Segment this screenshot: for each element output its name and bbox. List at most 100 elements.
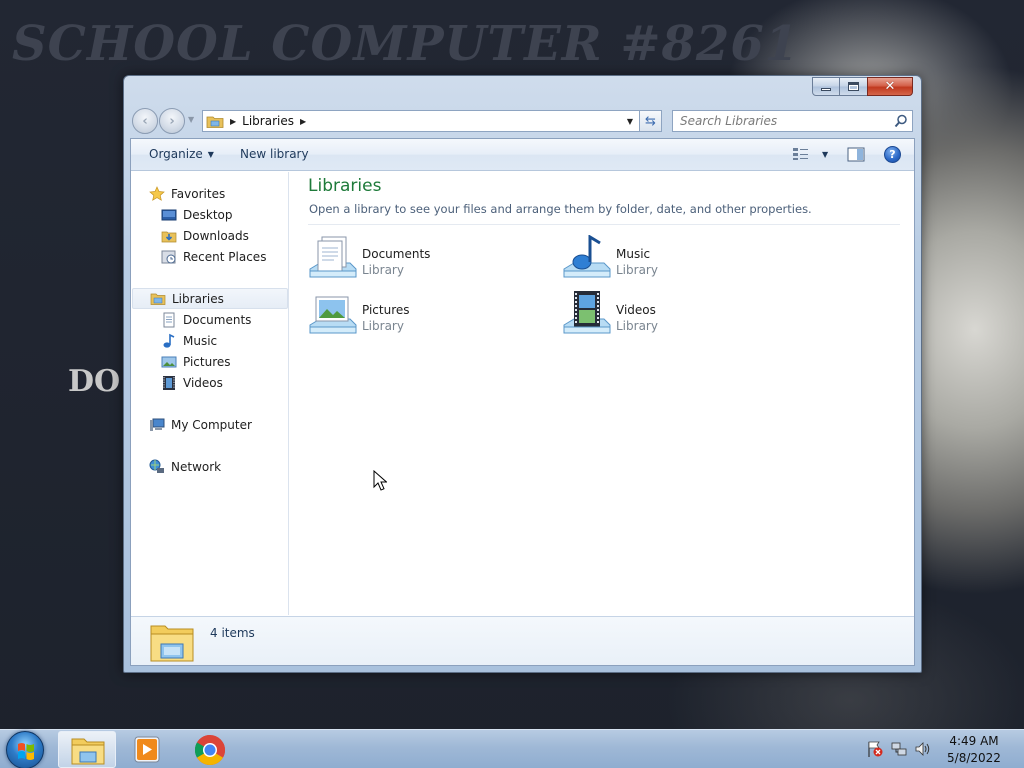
library-type: Library	[362, 319, 404, 333]
nav-my-computer[interactable]: My Computer	[149, 414, 252, 435]
refresh-button[interactable]: ⇆	[640, 110, 662, 132]
page-title: Libraries	[308, 176, 382, 196]
content-pane: Libraries Open a library to see your fil…	[290, 172, 914, 615]
maximize-icon	[848, 82, 859, 91]
search-icon[interactable]	[894, 114, 908, 128]
nav-network[interactable]: Network	[149, 456, 221, 477]
forward-arrow-icon: ›	[169, 113, 175, 129]
library-name: Videos	[616, 303, 656, 317]
forward-button[interactable]: ›	[159, 108, 185, 134]
music-library-icon	[563, 235, 611, 278]
nav-desktop[interactable]: Desktop	[161, 204, 233, 225]
organize-button[interactable]: Organize ▼	[149, 147, 214, 161]
taskbar-media-player-button[interactable]	[118, 731, 176, 768]
navigation-bar: ‹ › ▼ ▶ Libraries ▶ ▼ ⇆	[130, 107, 914, 135]
minimize-icon	[821, 87, 831, 91]
nav-libraries[interactable]: Libraries	[132, 288, 288, 309]
close-button[interactable]: ✕	[867, 77, 913, 96]
back-button[interactable]: ‹	[132, 108, 158, 134]
downloads-icon	[161, 231, 177, 242]
change-view-button[interactable]: ▼	[792, 147, 828, 161]
library-type: Library	[616, 319, 658, 333]
explorer-frame: Organize ▼ New library ▼ ? Favorites Des…	[130, 138, 915, 666]
recent-locations-dropdown[interactable]: ▼	[188, 115, 194, 124]
close-icon: ✕	[884, 79, 896, 94]
videos-library-icon	[563, 291, 611, 334]
clock-date: 5/8/2022	[947, 751, 1001, 765]
search-input[interactable]	[680, 114, 890, 128]
nav-videos-label: Videos	[183, 375, 223, 390]
nav-my-computer-label: My Computer	[171, 417, 252, 432]
nav-recent-places[interactable]: Recent Places	[161, 246, 266, 267]
system-tray	[866, 740, 932, 758]
back-arrow-icon: ‹	[142, 113, 148, 129]
star-icon	[149, 185, 165, 201]
nav-downloads-label: Downloads	[183, 228, 249, 243]
nav-videos[interactable]: Videos	[161, 372, 223, 393]
library-type: Library	[362, 263, 404, 277]
taskbar-clock[interactable]: 4:49 AM 5/8/2022	[940, 733, 1008, 767]
nav-music-label: Music	[183, 333, 218, 348]
wallpaper-side-text: DO	[68, 364, 121, 399]
caption-buttons: ✕	[812, 77, 913, 96]
taskbar-explorer-button[interactable]	[58, 731, 116, 768]
nav-favorites-label: Favorites	[171, 186, 226, 201]
preview-pane-icon[interactable]	[847, 147, 865, 162]
search-box[interactable]	[672, 110, 913, 132]
details-pane: 4 items	[131, 616, 914, 665]
recent-places-icon	[161, 250, 176, 263]
maximize-button[interactable]	[839, 77, 868, 96]
wallpaper-title: SCHOOL COMPUTER #8261	[12, 16, 800, 72]
nav-recent-places-label: Recent Places	[183, 249, 267, 264]
network-icon	[149, 459, 164, 473]
new-library-label: New library	[240, 147, 309, 161]
library-name: Pictures	[362, 303, 410, 317]
help-icon[interactable]: ?	[884, 146, 901, 163]
library-name: Documents	[362, 247, 431, 261]
library-type: Library	[616, 263, 658, 277]
nav-favorites[interactable]: Favorites	[149, 183, 225, 204]
breadcrumb-separator-icon[interactable]: ▶	[300, 117, 306, 126]
taskbar-chrome-button[interactable]	[181, 731, 239, 768]
page-subtitle: Open a library to see your files and arr…	[309, 202, 812, 216]
desktop-icon	[161, 209, 177, 220]
refresh-icon: ⇆	[645, 113, 656, 129]
nav-documents[interactable]: Documents	[161, 309, 251, 330]
library-tile-videos[interactable]: Videos Library	[562, 291, 802, 341]
nav-desktop-label: Desktop	[183, 207, 233, 222]
chevron-down-icon: ▼	[822, 149, 829, 159]
address-dropdown-icon[interactable]: ▼	[621, 111, 639, 131]
library-tile-documents[interactable]: Documents Library	[308, 235, 548, 285]
nav-downloads[interactable]: Downloads	[161, 225, 249, 246]
address-bar[interactable]: ▶ Libraries ▶ ▼	[202, 110, 640, 132]
documents-icon	[163, 312, 175, 327]
windows-explorer-icon	[71, 738, 105, 765]
computer-icon	[150, 418, 165, 431]
minimize-button[interactable]	[812, 77, 840, 96]
navigation-pane: Favorites Desktop Downloads Recent Place…	[131, 172, 289, 615]
clock-time: 4:49 AM	[949, 734, 999, 748]
libraries-icon	[150, 293, 166, 305]
pictures-library-icon	[309, 296, 357, 334]
network-status-icon[interactable]	[890, 740, 908, 758]
library-tile-music[interactable]: Music Library	[562, 235, 802, 285]
new-library-button[interactable]: New library	[240, 147, 309, 161]
media-player-icon	[134, 736, 160, 763]
library-name: Music	[616, 247, 651, 261]
pictures-icon	[161, 356, 177, 367]
action-center-flag-icon[interactable]	[866, 740, 884, 758]
library-tile-pictures[interactable]: Pictures Library	[308, 291, 548, 341]
chevron-down-icon: ▼	[207, 149, 214, 159]
breadcrumb-libraries[interactable]: Libraries	[242, 114, 294, 128]
nav-documents-label: Documents	[183, 312, 252, 327]
nav-pictures[interactable]: Pictures	[161, 351, 231, 372]
breadcrumb-separator-icon[interactable]: ▶	[230, 117, 236, 126]
views-icon	[793, 148, 808, 160]
volume-icon[interactable]	[914, 740, 932, 758]
command-bar: Organize ▼ New library ▼ ?	[131, 139, 914, 171]
libraries-folder-icon	[150, 625, 194, 662]
taskbar: 4:49 AM 5/8/2022	[0, 729, 1024, 768]
nav-music[interactable]: Music	[161, 330, 217, 351]
item-count: 4 items	[210, 626, 255, 640]
start-button[interactable]	[6, 731, 44, 768]
